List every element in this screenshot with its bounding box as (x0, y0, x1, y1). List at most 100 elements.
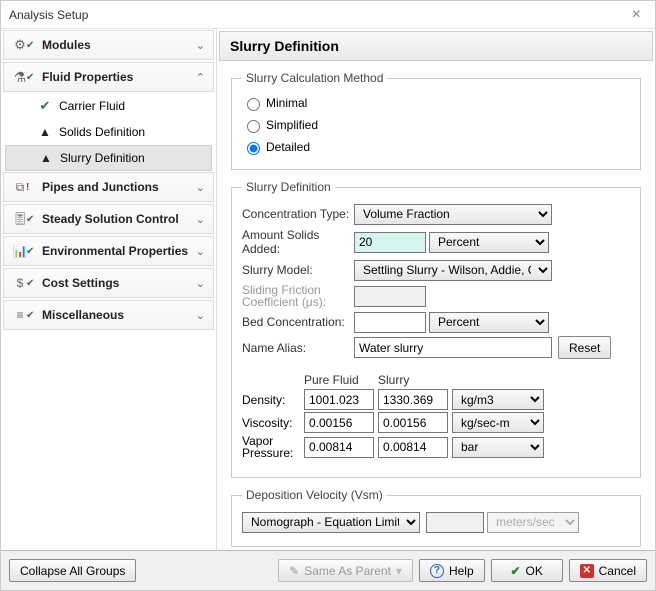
status-ok-icon: ✔ (26, 278, 38, 289)
reset-label: Reset (569, 341, 600, 355)
sidebar-item-label: Solids Definition (59, 125, 145, 139)
deposition-method-select[interactable]: Nomograph - Equation Limited (242, 512, 420, 533)
help-icon: ? (430, 564, 444, 578)
sidebar-group-pipes-junctions[interactable]: ⧉ ! Pipes and Junctions ⌄ (3, 172, 214, 202)
cancel-icon: ✕ (580, 564, 594, 578)
panel-title: Slurry Definition (219, 31, 653, 61)
status-ok-icon: ✔ (26, 246, 38, 257)
deposition-unit-select: meters/sec (487, 512, 579, 533)
name-input[interactable] (354, 337, 552, 358)
deposition-legend: Deposition Velocity (Vsm) (242, 488, 387, 502)
bed-unit-select[interactable]: Percent (429, 312, 549, 333)
radio-minimal[interactable]: Minimal (242, 93, 630, 113)
col-pure-fluid: Pure Fluid (304, 373, 374, 387)
density-pure-input[interactable] (304, 389, 374, 410)
ok-button[interactable]: ✔ OK (491, 559, 563, 582)
sidebar-group-label: Miscellaneous (42, 308, 196, 322)
help-label: Help (449, 564, 474, 578)
same-as-parent-button: ✎ Same As Parent ▾ (278, 559, 413, 582)
collapse-all-button[interactable]: Collapse All Groups (9, 559, 136, 582)
close-icon[interactable]: × (626, 6, 647, 24)
check-icon: ✔ (510, 564, 520, 578)
main-panel: Slurry Definition Slurry Calculation Met… (217, 29, 655, 550)
sidebar-group-misc[interactable]: ≡ ✔ Miscellaneous ⌄ (3, 300, 214, 330)
cancel-button[interactable]: ✕ Cancel (569, 559, 647, 582)
radio-simplified[interactable]: Simplified (242, 115, 630, 135)
sidebar-item-label: Slurry Definition (60, 151, 145, 165)
viscosity-label: Viscosity: (242, 416, 304, 430)
radio-detailed[interactable]: Detailed (242, 137, 630, 157)
sidebar-group-fluid-properties[interactable]: ⚗ ✔ Fluid Properties ⌃ (3, 62, 214, 92)
sidebar-item-carrier-fluid[interactable]: ✔ Carrier Fluid (5, 93, 212, 119)
model-select[interactable]: Settling Slurry - Wilson, Addie, Clift (354, 260, 552, 281)
chevron-down-icon: ⌄ (196, 245, 205, 258)
sidebar-group-label: Modules (42, 38, 196, 52)
slurry-def-legend: Slurry Definition (242, 180, 335, 194)
properties-table: Pure Fluid Slurry Density: kg/m3 Viscosi… (242, 373, 630, 459)
bed-input[interactable] (354, 312, 426, 333)
chevron-down-icon: ⌄ (196, 181, 205, 194)
chevron-down-icon: ▾ (396, 564, 402, 578)
name-label: Name Alias: (242, 341, 354, 355)
density-slurry-input[interactable] (378, 389, 448, 410)
conc-type-select[interactable]: Volume Fraction (354, 204, 552, 225)
sidebar: ⚙ ✔ Modules ⌄ ⚗ ✔ Fluid Properties ⌃ ✔ C… (1, 29, 217, 550)
radio-label: Simplified (266, 118, 318, 132)
slurry-definition-group: Slurry Definition Concentration Type: Vo… (231, 180, 641, 478)
vapor-slurry-input[interactable] (378, 437, 448, 458)
chevron-up-icon: ⌃ (196, 71, 205, 84)
vapor-unit-select[interactable]: bar (452, 437, 544, 458)
sidebar-item-solids-definition[interactable]: ▲ Solids Definition (5, 119, 212, 145)
collapse-all-label: Collapse All Groups (20, 564, 125, 578)
density-label: Density: (242, 393, 304, 407)
sidebar-group-label: Cost Settings (42, 276, 196, 290)
chevron-down-icon: ⌄ (196, 39, 205, 52)
footer: Collapse All Groups ✎ Same As Parent ▾ ?… (1, 550, 655, 590)
status-ok-icon: ✔ (26, 72, 38, 83)
reset-button[interactable]: Reset (558, 336, 611, 359)
bed-label: Bed Concentration: (242, 315, 354, 329)
viscosity-unit-select[interactable]: kg/sec-m (452, 412, 544, 433)
chevron-down-icon: ⌄ (196, 309, 205, 322)
cancel-label: Cancel (599, 564, 636, 578)
conc-type-label: Concentration Type: (242, 207, 354, 221)
sidebar-group-label: Fluid Properties (42, 70, 196, 84)
status-ok-icon: ✔ (26, 40, 38, 51)
sidebar-item-label: Carrier Fluid (59, 99, 125, 113)
vapor-pure-input[interactable] (304, 437, 374, 458)
amount-unit-select[interactable]: Percent (429, 232, 549, 253)
row-viscosity: Viscosity: kg/sec-m (242, 412, 630, 433)
sidebar-group-modules[interactable]: ⚙ ✔ Modules ⌄ (3, 30, 214, 60)
check-icon: ✔ (37, 98, 53, 114)
row-vapor-pressure: Vapor Pressure: bar (242, 435, 630, 459)
amount-label: Amount Solids Added: (242, 228, 354, 256)
sidebar-group-cost[interactable]: $ ✔ Cost Settings ⌄ (3, 268, 214, 298)
vapor-label: Vapor Pressure: (242, 435, 304, 459)
amount-input[interactable] (354, 232, 426, 253)
window-title: Analysis Setup (9, 8, 626, 22)
density-unit-select[interactable]: kg/m3 (452, 389, 544, 410)
model-label: Slurry Model: (242, 263, 354, 277)
same-as-parent-label: Same As Parent (304, 564, 391, 578)
sidebar-group-label: Pipes and Junctions (42, 180, 196, 194)
viscosity-pure-input[interactable] (304, 412, 374, 433)
sidebar-group-steady-solution[interactable]: 🎚 ✔ Steady Solution Control ⌄ (3, 204, 214, 234)
row-density: Density: kg/m3 (242, 389, 630, 410)
friction-label: Sliding Friction Coefficient (μs): (242, 284, 354, 308)
edit-icon: ✎ (289, 564, 299, 578)
radio-minimal-input[interactable] (247, 98, 260, 111)
viscosity-slurry-input[interactable] (378, 412, 448, 433)
ok-label: OK (526, 564, 543, 578)
deposition-group: Deposition Velocity (Vsm) Nomograph - Eq… (231, 488, 641, 547)
radio-label: Minimal (266, 96, 307, 110)
radio-label: Detailed (266, 140, 310, 154)
help-button[interactable]: ? Help (419, 559, 485, 582)
radio-simplified-input[interactable] (247, 120, 260, 133)
status-ok-icon: ✔ (26, 310, 38, 321)
friction-input (354, 286, 426, 307)
sidebar-item-slurry-definition[interactable]: ▲ Slurry Definition (5, 145, 212, 171)
solids-icon: ▲ (38, 151, 54, 165)
sidebar-group-environmental[interactable]: 📊 ✔ Environmental Properties ⌄ (3, 236, 214, 266)
chevron-down-icon: ⌄ (196, 213, 205, 226)
radio-detailed-input[interactable] (247, 142, 260, 155)
